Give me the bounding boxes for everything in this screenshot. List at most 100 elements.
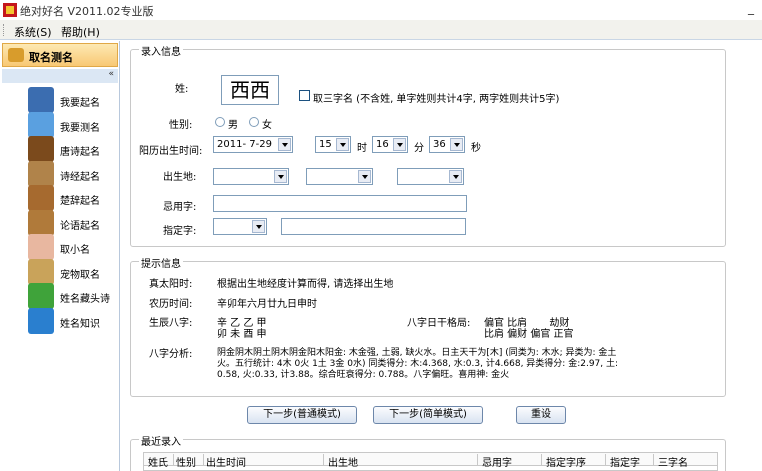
chevron-down-icon[interactable]	[450, 138, 463, 151]
city-select[interactable]	[306, 168, 373, 185]
hour-select[interactable]: 15	[315, 136, 351, 153]
specify-char-label: 指定字:	[163, 226, 197, 237]
sidebar-header-label: 取名测名	[29, 51, 73, 64]
menu-bar: 系统(S) 帮助(H)	[0, 20, 762, 40]
globe-icon	[28, 307, 54, 334]
specify-position-select[interactable]	[213, 218, 267, 235]
hint-info-group: 提示信息 真太阳时: 根据出生地经度计算而得, 请选择出生地 农历时间: 辛卯年…	[130, 255, 726, 397]
hour-value: 15	[319, 139, 332, 150]
gender-female-radio[interactable]	[249, 117, 259, 127]
surname-input[interactable]: 西西	[221, 75, 279, 105]
gender-male-radio[interactable]	[215, 117, 225, 127]
sidebar-collapse-bar[interactable]: «	[2, 69, 118, 83]
input-info-legend: 录入信息	[139, 43, 183, 58]
chevron-down-icon[interactable]	[336, 138, 349, 151]
poem-icon	[28, 283, 54, 309]
county-select[interactable]	[397, 168, 464, 185]
analysis-line-3: 0.58, 火:0.33, 计3.88。综合旺衰得分: 0.788。八字偏旺。喜…	[217, 370, 510, 380]
sidebar-item-label: 唐诗起名	[60, 147, 100, 158]
folder-icon	[8, 48, 24, 62]
next-normal-button[interactable]: 下一步(普通模式)	[247, 406, 357, 424]
minute-value: 16	[376, 139, 389, 150]
sidebar-item[interactable]: 宠物取名	[28, 258, 120, 285]
baby-icon	[28, 234, 54, 260]
sidebar-item[interactable]: 姓名知识	[28, 307, 120, 334]
col-birth-time[interactable]: 出生时间	[206, 454, 324, 469]
sidebar-item-label: 姓名藏头诗	[60, 294, 110, 305]
input-info-group: 录入信息 姓: 西西 取三字名 (不含姓, 单字姓则共计4字, 两字姓则共计5字…	[130, 43, 726, 247]
lunar-time-label: 农历时间:	[149, 299, 193, 310]
col-gender[interactable]: 性别	[176, 454, 204, 469]
sidebar-item-label: 取小名	[60, 245, 90, 256]
birth-date-value: 2011- 7-29	[217, 139, 272, 150]
sidebar-item-label: 楚辞起名	[60, 196, 100, 207]
col-birthplace[interactable]: 出生地	[328, 454, 478, 469]
col-specify-order[interactable]: 指定字序	[546, 454, 606, 469]
sidebar-item-label: 我要起名	[60, 98, 100, 109]
ganzhi-label: 八字日干格局:	[407, 318, 471, 329]
sidebar-item[interactable]: 取小名	[28, 234, 120, 260]
birth-time-label: 阳历出生时间:	[139, 146, 203, 157]
app-logo-icon	[3, 3, 17, 17]
chevron-down-icon[interactable]	[393, 138, 406, 151]
sidebar-item[interactable]: 楚辞起名	[28, 185, 120, 211]
second-select[interactable]: 36	[429, 136, 465, 153]
window-title: 绝对好名 V2011.02专业版	[20, 5, 154, 18]
menu-system[interactable]: 系统(S)	[14, 24, 52, 40]
tang-book-icon	[28, 136, 54, 162]
three-char-checkbox[interactable]	[299, 90, 310, 101]
scroll-icon	[28, 160, 54, 187]
hour-unit: 时	[357, 143, 367, 154]
col-specify-char[interactable]: 指定字	[610, 454, 654, 469]
sidebar-item[interactable]: 姓名藏头诗	[28, 283, 120, 309]
province-select[interactable]	[213, 168, 289, 185]
recent-entries-legend: 最近录入	[139, 433, 183, 448]
chevron-down-icon[interactable]	[358, 170, 371, 183]
hint-info-legend: 提示信息	[139, 255, 183, 270]
solar-time-label: 真太阳时:	[149, 279, 193, 290]
recent-table-body	[143, 466, 718, 471]
gender-female-label: 女	[262, 120, 272, 131]
main-panel: 录入信息 姓: 西西 取三字名 (不含姓, 单字姓则共计4字, 两字姓则共计5字…	[121, 41, 762, 471]
chevron-down-icon[interactable]	[449, 170, 462, 183]
avoid-char-input[interactable]	[213, 195, 467, 212]
reset-button[interactable]: 重设	[516, 406, 566, 424]
collapse-chevron-icon[interactable]: «	[108, 69, 114, 79]
chevron-down-icon[interactable]	[252, 220, 265, 233]
toolbar-grip-icon	[3, 24, 6, 36]
specify-char-input[interactable]	[281, 218, 466, 235]
sidebar-item-label: 姓名知识	[60, 318, 100, 330]
sidebar-header[interactable]: 取名测名	[2, 43, 118, 67]
menu-help[interactable]: 帮助(H)	[61, 24, 100, 40]
dog-icon	[28, 258, 54, 285]
gender-male-label: 男	[228, 120, 238, 131]
col-three-char[interactable]: 三字名	[658, 454, 714, 469]
sidebar-item[interactable]: 唐诗起名	[28, 136, 120, 162]
minimize-button[interactable]: _	[748, 1, 754, 15]
bazi-branches: 卯 未 酉 申	[217, 329, 267, 340]
three-char-label: 取三字名 (不含姓, 单字姓则共计4字, 两字姓则共计5字)	[313, 94, 560, 105]
sidebar-item[interactable]: 诗经起名	[28, 160, 120, 187]
solar-time-value: 根据出生地经度计算而得, 请选择出生地	[217, 279, 394, 290]
birthplace-label: 出生地:	[163, 172, 197, 183]
ganzhi-bottom: 比肩 偏财 偏官 正官	[484, 329, 574, 340]
person-icon	[28, 87, 54, 113]
bazi-label: 生辰八字:	[149, 318, 193, 329]
minute-select[interactable]: 16	[372, 136, 408, 153]
lunar-time-value: 辛卯年六月廿九日申时	[217, 299, 317, 310]
recent-table-header: 姓氏 性别 出生时间 出生地 忌用字 指定字序 指定字 三字名	[143, 452, 718, 469]
col-avoid-char[interactable]: 忌用字	[482, 454, 542, 469]
col-surname[interactable]: 姓氏	[148, 454, 174, 469]
sidebar-item[interactable]: 论语起名	[28, 209, 120, 236]
scroll-icon	[28, 185, 54, 211]
chevron-down-icon[interactable]	[274, 170, 287, 183]
sidebar-item-label: 我要测名	[60, 122, 100, 134]
chevron-down-icon[interactable]	[278, 138, 291, 151]
next-simple-button[interactable]: 下一步(简单模式)	[373, 406, 483, 424]
sidebar-item[interactable]: 我要起名	[28, 87, 120, 113]
sidebar-item[interactable]: 我要测名	[28, 111, 120, 138]
birth-date-picker[interactable]: 2011- 7-29	[213, 136, 293, 153]
analysis-label: 八字分析:	[149, 349, 193, 360]
sidebar: 取名测名 « 我要起名我要测名唐诗起名诗经起名楚辞起名论语起名取小名宠物取名姓名…	[0, 41, 120, 471]
book-icon	[28, 209, 54, 236]
